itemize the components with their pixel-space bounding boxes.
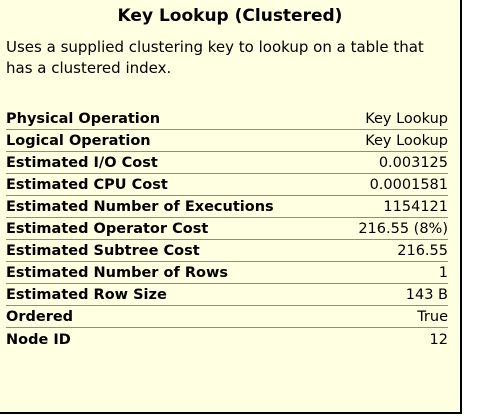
property-value: Key Lookup — [365, 111, 448, 127]
property-label: Estimated Operator Cost — [6, 221, 209, 237]
properties-list: Physical Operation Key Lookup Logical Op… — [6, 108, 448, 350]
tooltip-description: Uses a supplied clustering key to lookup… — [6, 38, 424, 77]
property-value: 0.003125 — [378, 155, 448, 171]
property-label: Estimated Number of Executions — [6, 199, 274, 215]
property-row-ordered: Ordered True — [6, 306, 448, 328]
property-label: Estimated CPU Cost — [6, 177, 168, 193]
property-row-logical-operation: Logical Operation Key Lookup — [6, 130, 448, 152]
property-row-estimated-subtree-cost: Estimated Subtree Cost 216.55 — [6, 240, 448, 262]
property-value: 143 B — [405, 287, 448, 303]
property-label: Estimated Row Size — [6, 287, 167, 303]
property-value: 12 — [429, 332, 448, 348]
property-label: Ordered — [6, 309, 74, 325]
property-row-estimated-row-size: Estimated Row Size 143 B — [6, 284, 448, 306]
operator-tooltip: Key Lookup (Clustered) Uses a supplied c… — [0, 0, 462, 414]
property-row-estimated-operator-cost: Estimated Operator Cost 216.55 (8%) — [6, 218, 448, 240]
property-row-estimated-cpu-cost: Estimated CPU Cost 0.0001581 — [6, 174, 448, 196]
property-label: Estimated Number of Rows — [6, 265, 228, 281]
property-value: 1 — [438, 265, 448, 281]
property-row-estimated-number-of-rows: Estimated Number of Rows 1 — [6, 262, 448, 284]
property-value: Key Lookup — [365, 133, 448, 149]
property-value: True — [417, 309, 448, 325]
property-value: 1154121 — [383, 199, 448, 215]
property-label: Estimated Subtree Cost — [6, 243, 200, 259]
property-row-physical-operation: Physical Operation Key Lookup — [6, 108, 448, 130]
property-row-estimated-number-of-executions: Estimated Number of Executions 1154121 — [6, 196, 448, 218]
property-label: Node ID — [6, 332, 71, 348]
tooltip-title: Key Lookup (Clustered) — [117, 6, 343, 26]
property-value: 216.55 (8%) — [358, 221, 448, 237]
property-value: 216.55 — [397, 243, 448, 259]
property-value: 0.0001581 — [369, 177, 448, 193]
property-row-estimated-io-cost: Estimated I/O Cost 0.003125 — [6, 152, 448, 174]
property-label: Estimated I/O Cost — [6, 155, 158, 171]
property-label: Physical Operation — [6, 111, 161, 127]
property-row-node-id: Node ID 12 — [6, 328, 448, 350]
property-label: Logical Operation — [6, 133, 151, 149]
